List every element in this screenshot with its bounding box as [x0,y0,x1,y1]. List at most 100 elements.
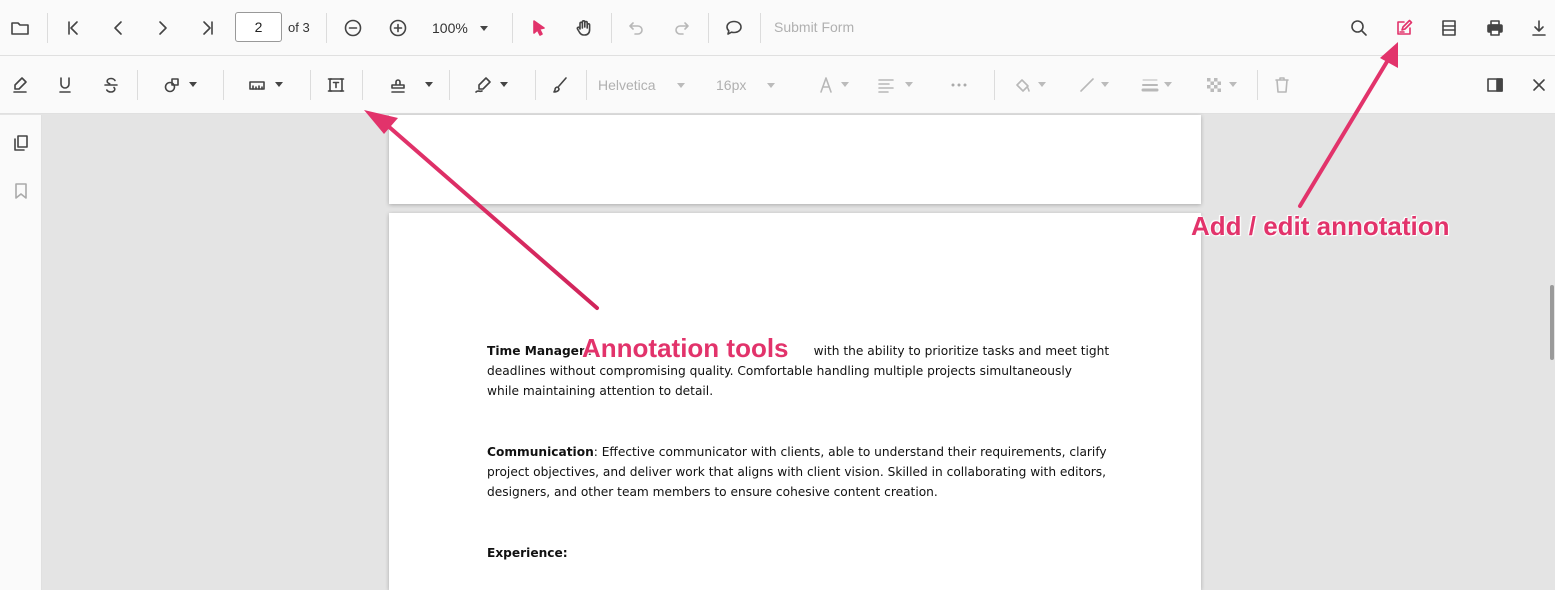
stamp-button[interactable] [381,68,415,102]
form-fields-icon [1442,19,1456,36]
separator [310,70,311,100]
more-text-properties-button[interactable] [942,68,976,102]
shapes-icon [164,77,179,92]
printer-icon [1487,19,1503,36]
separator [535,70,536,100]
chevron-down-icon [905,82,913,87]
close-annotation-toolbar-button[interactable] [1522,68,1555,102]
undo-button[interactable] [619,11,653,45]
next-page-button[interactable] [146,11,180,45]
form-designer-button[interactable] [1432,11,1466,45]
chevron-down-icon [767,83,775,88]
download-button[interactable] [1522,11,1555,45]
separator [449,70,450,100]
strikethrough-icon [104,77,118,93]
redo-button[interactable] [665,11,699,45]
free-text-button[interactable] [319,68,353,102]
fill-color-button[interactable] [1006,68,1040,102]
scrollbar-thumb[interactable] [1550,285,1554,360]
opacity-checker-icon [1207,77,1221,92]
line-icon [1080,77,1094,92]
navigation-sidebar [0,115,42,590]
undo-icon [629,21,643,35]
page-number-input[interactable]: 2 [235,12,282,42]
separator [760,13,761,43]
font-family-value: Helvetica [598,77,656,93]
pan-tool-button[interactable] [567,11,601,45]
first-page-button[interactable] [56,11,90,45]
paragraph-text: deadlines without compromising quality. … [487,364,1072,378]
close-icon [1533,78,1545,91]
separator [1257,70,1258,100]
previous-page-button[interactable] [101,11,135,45]
ink-button[interactable] [543,68,577,102]
separator [512,13,513,43]
last-page-button[interactable] [191,11,225,45]
zoom-dropdown[interactable]: 100% [432,13,500,43]
search-button[interactable] [1342,11,1376,45]
ruler-icon [249,80,265,90]
chevron-down-icon [1101,82,1109,87]
highlight-button[interactable] [3,68,37,102]
font-size-dropdown[interactable]: 16px [716,70,786,100]
chevron-down-icon [189,82,197,87]
separator [362,70,363,100]
shape-tool-button[interactable] [155,68,189,102]
print-button[interactable] [1478,11,1512,45]
separator [586,70,587,100]
zoom-value: 100% [432,20,468,36]
search-icon [1351,19,1367,36]
separator [47,13,48,43]
paragraph-text: : Effective communicator with clients, a… [593,445,1107,459]
paragraph-text: with the ability to prioritize tasks and… [813,344,1110,358]
opacity-button[interactable] [1197,68,1231,102]
open-file-button[interactable] [3,11,37,45]
trash-icon [1275,76,1289,93]
cursor-arrow-icon [533,19,545,36]
chevron-down-icon [275,82,283,87]
font-color-button[interactable] [809,68,843,102]
comment-panel-toggle-button[interactable] [1478,68,1512,102]
page-total-label: of 3 [288,20,310,35]
page-thumbnails-button[interactable] [4,126,38,160]
line-thickness-icon [1141,79,1159,91]
delete-annotation-button[interactable] [1265,68,1299,102]
text-select-tool-button[interactable] [522,11,556,45]
zoom-out-button[interactable] [336,11,370,45]
bookmarks-button[interactable] [4,174,38,208]
annotation-toolbar: Helvetica 16px [0,56,1555,114]
strikethrough-button[interactable] [94,68,128,102]
stroke-color-button[interactable] [1070,68,1104,102]
bookmark-icon [15,183,27,199]
paragraph-heading: Time Managem [487,344,592,358]
hand-icon [576,19,591,36]
signature-button[interactable] [466,68,500,102]
separator [708,13,709,43]
brush-icon [553,76,567,93]
chevron-down-icon [841,82,849,87]
more-horizontal-icon [951,83,967,86]
comment-icon [726,20,742,35]
paragraph-text: while maintaining attention to detail. [487,384,714,398]
font-size-value: 16px [716,77,747,93]
pdf-page-2: Time Managem with the ability to prioriti… [389,213,1201,590]
signature-pen-icon [475,76,491,93]
zoom-in-button[interactable] [381,11,415,45]
font-family-dropdown[interactable]: Helvetica [598,70,698,100]
paint-bucket-icon [1016,78,1030,92]
text-align-button[interactable] [869,68,903,102]
separator [137,70,138,100]
submit-form-button[interactable]: Submit Form [774,19,854,35]
separator [223,70,224,100]
stroke-thickness-button[interactable] [1133,68,1167,102]
edit-annotation-icon [1397,19,1413,35]
comment-button[interactable] [717,11,751,45]
chevron-down-icon [480,26,488,31]
chevron-down-icon [1229,82,1237,87]
edit-annotation-button[interactable] [1387,11,1421,45]
measure-tool-button[interactable] [240,68,274,102]
callout-add-edit-annotation: Add / edit annotation [1191,211,1450,241]
underline-button[interactable] [48,68,82,102]
download-icon [1532,19,1546,36]
underline-icon [59,76,71,93]
